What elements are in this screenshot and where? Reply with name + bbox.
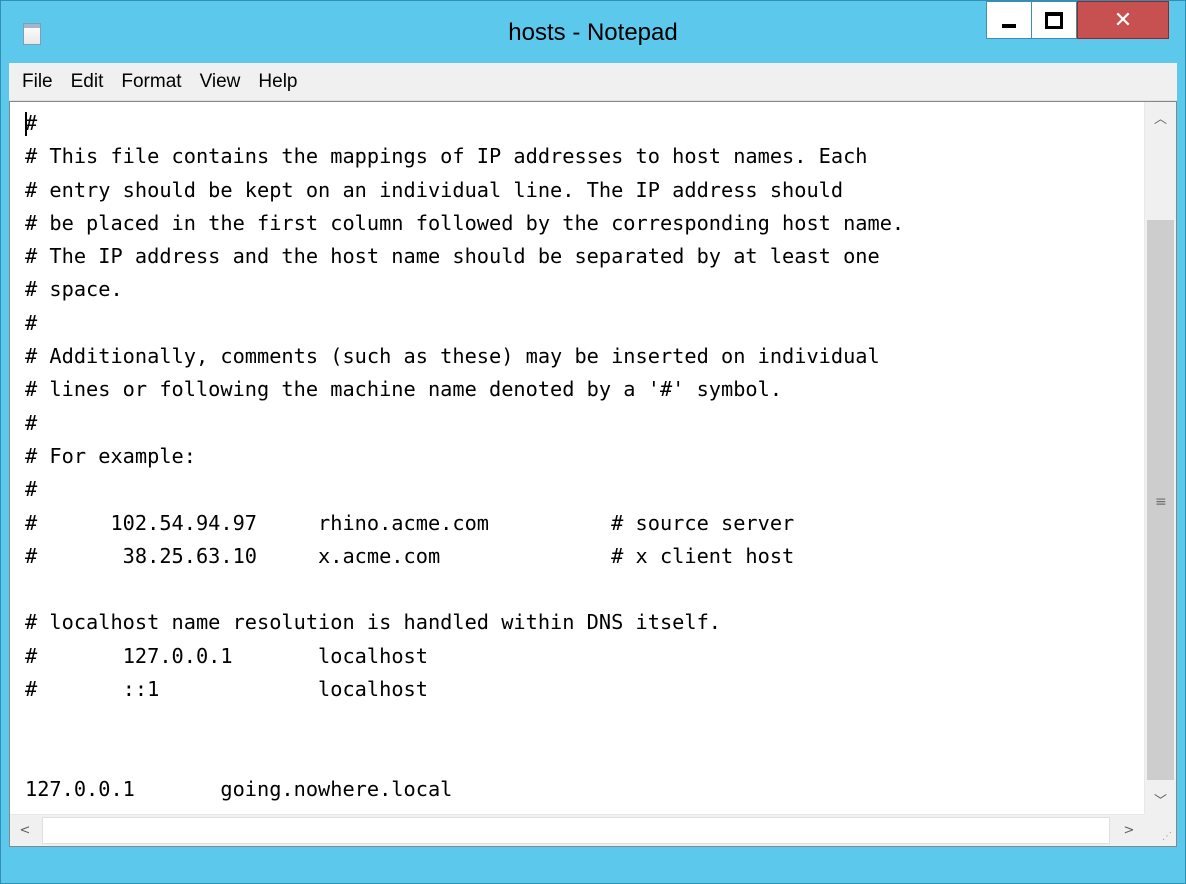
scroll-up-button[interactable]: ︿ <box>1145 102 1176 132</box>
resize-grip-icon[interactable]: ⋰ <box>1144 814 1176 846</box>
notepad-window: hosts - Notepad ✕ File Edit Format View … <box>0 0 1186 884</box>
text-editor[interactable]: # # This file contains the mappings of I… <box>10 102 1144 814</box>
vertical-scroll-thumb[interactable]: ≡ <box>1147 220 1174 780</box>
text-caret <box>25 112 27 136</box>
minimize-button[interactable] <box>986 1 1031 39</box>
document-text[interactable]: # # This file contains the mappings of I… <box>10 102 1144 806</box>
chevron-left-icon: < <box>19 823 31 838</box>
maximize-icon <box>1045 11 1063 29</box>
grip-lines-icon: ≡ <box>1155 494 1167 510</box>
scroll-right-button[interactable]: > <box>1114 815 1144 846</box>
close-icon: ✕ <box>1113 7 1133 33</box>
title-bar[interactable]: hosts - Notepad ✕ <box>1 1 1185 63</box>
close-button[interactable]: ✕ <box>1077 1 1169 39</box>
chevron-down-icon: ﹀ <box>1153 793 1167 809</box>
chevron-up-icon: ︿ <box>1153 111 1167 127</box>
menu-file[interactable]: File <box>13 71 62 93</box>
menu-bar: File Edit Format View Help <box>9 63 1177 101</box>
menu-view[interactable]: View <box>191 71 250 93</box>
vertical-scrollbar[interactable]: ︿ ≡ ﹀ <box>1144 102 1176 814</box>
chevron-right-icon: > <box>1123 823 1135 838</box>
scroll-down-button[interactable]: ﹀ <box>1145 784 1176 814</box>
scroll-left-button[interactable]: < <box>10 815 40 846</box>
menu-help[interactable]: Help <box>249 71 306 93</box>
menu-format[interactable]: Format <box>112 71 190 93</box>
horizontal-scrollbar[interactable]: < > <box>10 814 1144 846</box>
minimize-icon <box>1002 24 1016 28</box>
editor-frame: # # This file contains the mappings of I… <box>9 101 1177 847</box>
menu-edit[interactable]: Edit <box>62 71 113 93</box>
horizontal-scroll-thumb[interactable] <box>42 817 1110 844</box>
maximize-button[interactable] <box>1031 1 1077 39</box>
